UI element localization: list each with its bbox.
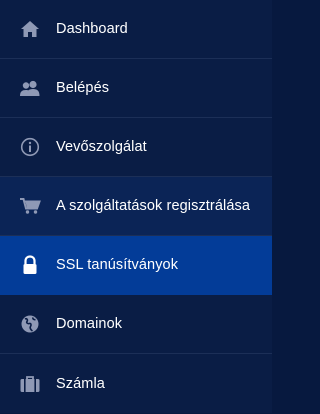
- sidebar-menu: Dashboard Belépés Vevőszolgálat A szolgá…: [0, 0, 272, 414]
- menu-item-label: SSL tanúsítványok: [56, 257, 179, 273]
- home-icon: [19, 18, 41, 40]
- menu-item-label: Számla: [56, 375, 105, 392]
- menu-item-vevoszolgalat[interactable]: Vevőszolgálat: [0, 118, 272, 177]
- cart-icon: [19, 195, 41, 217]
- globe-icon: [19, 313, 41, 335]
- menu-item-label: Dashboard: [56, 21, 128, 37]
- briefcase-icon: [19, 373, 41, 395]
- menu-item-szolgaltatasok[interactable]: A szolgáltatások regisztrálása: [0, 177, 272, 236]
- menu-item-label: Domainok: [56, 316, 123, 332]
- menu-item-szamla[interactable]: Számla: [0, 354, 272, 413]
- menu-item-belepes[interactable]: Belépés: [0, 59, 272, 118]
- menu-item-domainok[interactable]: Domainok: [0, 295, 272, 354]
- menu-item-dashboard[interactable]: Dashboard: [0, 0, 272, 59]
- menu-item-label: Belépés: [56, 80, 110, 96]
- menu-item-label: Vevőszolgálat: [56, 139, 147, 155]
- menu-item-ssl[interactable]: SSL tanúsítványok: [0, 236, 272, 295]
- users-icon: [19, 77, 41, 99]
- info-icon: [19, 136, 41, 158]
- menu-item-label: A szolgáltatások regisztrálása: [56, 198, 251, 214]
- lock-icon: [19, 254, 41, 276]
